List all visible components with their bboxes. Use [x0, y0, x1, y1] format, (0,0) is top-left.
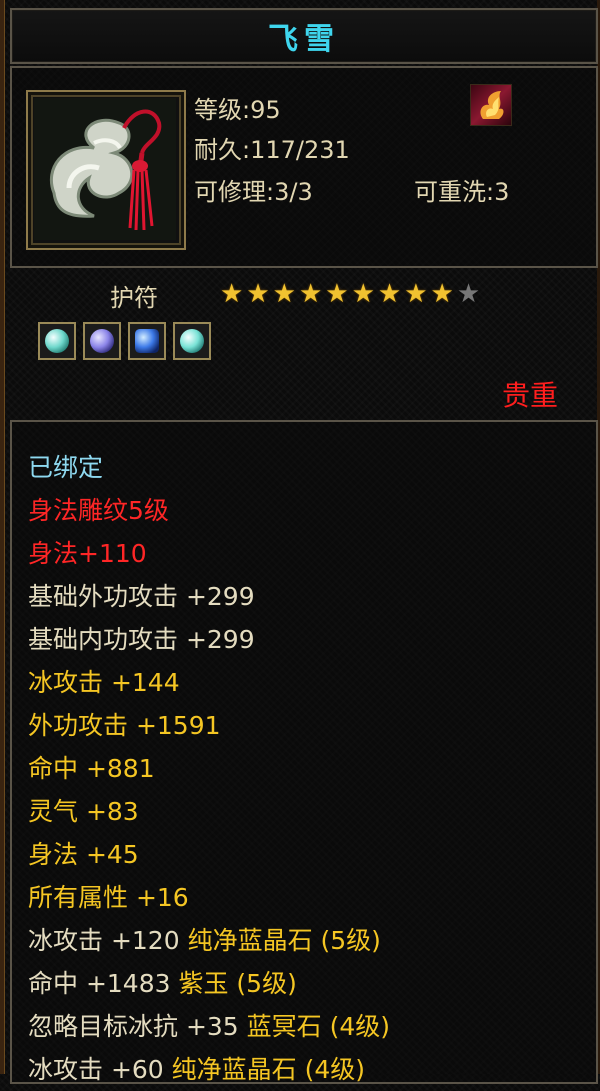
- gem-attr-line: 忽略目标冰抗 +35 蓝冥石 (4级): [28, 1005, 390, 1048]
- window-left-edge: [0, 0, 5, 1074]
- star-filled-icon: ★: [404, 279, 428, 309]
- star-filled-icon: ★: [220, 279, 244, 309]
- engrave-level: 身法雕纹5级: [28, 496, 169, 525]
- gem-socket-row: [38, 322, 211, 360]
- item-level: 等级:95: [194, 96, 281, 124]
- item-icon-frame[interactable]: [26, 90, 186, 250]
- star-filled-icon: ★: [351, 279, 375, 309]
- gem-attr-value: 冰攻击 +60: [28, 1055, 164, 1084]
- gem-attr-name: 蓝冥石 (4级): [246, 1012, 391, 1041]
- star-filled-icon: ★: [325, 279, 349, 309]
- attr-external-attack: 外功攻击 +1591: [28, 711, 221, 740]
- item-name: 飞雪: [268, 22, 340, 57]
- star-filled-icon: ★: [246, 279, 270, 309]
- star-rating: ★ ★ ★ ★ ★ ★ ★ ★ ★ ★: [220, 280, 480, 308]
- amulet-icon: [34, 98, 176, 240]
- gem-attr-name: 纯净蓝晶石 (4级): [171, 1055, 366, 1084]
- attr-hit: 命中 +881: [28, 754, 155, 783]
- star-filled-icon: ★: [430, 279, 454, 309]
- gem-attr-name: 纯净蓝晶石 (5级): [187, 926, 381, 955]
- item-title-bar: 飞雪: [10, 8, 598, 64]
- item-type: 护符: [110, 284, 158, 312]
- gem-blue-icon[interactable]: [128, 322, 166, 360]
- star-filled-icon: ★: [298, 279, 323, 309]
- gem-violet-icon[interactable]: [83, 322, 121, 360]
- attr-all-attributes: 所有属性 +16: [28, 883, 189, 912]
- item-info-panel: 等级:95 耐久:117/231 可修理:3/3 可重洗:3: [10, 66, 598, 268]
- gem-attr-name: 紫玉 (5级): [178, 969, 297, 998]
- item-type-panel: 护符 ★ ★ ★ ★ ★ ★ ★ ★ ★ ★ 贵重: [10, 270, 594, 412]
- engrave-bonus: 身法+110: [28, 539, 147, 568]
- gem-attr-value: 命中 +1483: [28, 969, 171, 998]
- gem-attr-line: 冰攻击 +60 纯净蓝晶石 (4级): [28, 1048, 390, 1091]
- item-repair-count: 可修理:3/3: [194, 178, 313, 206]
- attr-ice-attack: 冰攻击 +144: [28, 668, 180, 697]
- flame-icon[interactable]: [470, 84, 512, 126]
- attr-agility: 身法 +45: [28, 840, 139, 869]
- item-rewash-count: 可重洗:3: [414, 178, 510, 206]
- gem-attr-value: 忽略目标冰抗 +35: [28, 1012, 239, 1041]
- attr-base-external-attack: 基础外功攻击 +299: [28, 582, 255, 611]
- attr-base-internal-attack: 基础内功攻击 +299: [28, 625, 255, 654]
- gem-cyan-icon[interactable]: [173, 322, 211, 360]
- gem-attr-line: 命中 +1483 紫玉 (5级): [28, 962, 390, 1005]
- star-empty-icon: ★: [456, 279, 481, 309]
- attribute-panel: 已绑定 身法雕纹5级 身法+110 基础外功攻击 +299 基础内功攻击 +29…: [10, 420, 598, 1084]
- gem-cyan-icon[interactable]: [38, 322, 76, 360]
- attr-spirit: 灵气 +83: [28, 797, 139, 826]
- gem-attr-value: 冰攻击 +120: [28, 926, 180, 955]
- bound-status: 已绑定: [28, 453, 104, 482]
- item-rarity: 贵重: [501, 379, 558, 412]
- item-durability: 耐久:117/231: [194, 136, 350, 164]
- star-filled-icon: ★: [377, 279, 402, 309]
- gem-attr-line: 冰攻击 +120 纯净蓝晶石 (5级): [28, 919, 390, 962]
- star-filled-icon: ★: [272, 279, 296, 309]
